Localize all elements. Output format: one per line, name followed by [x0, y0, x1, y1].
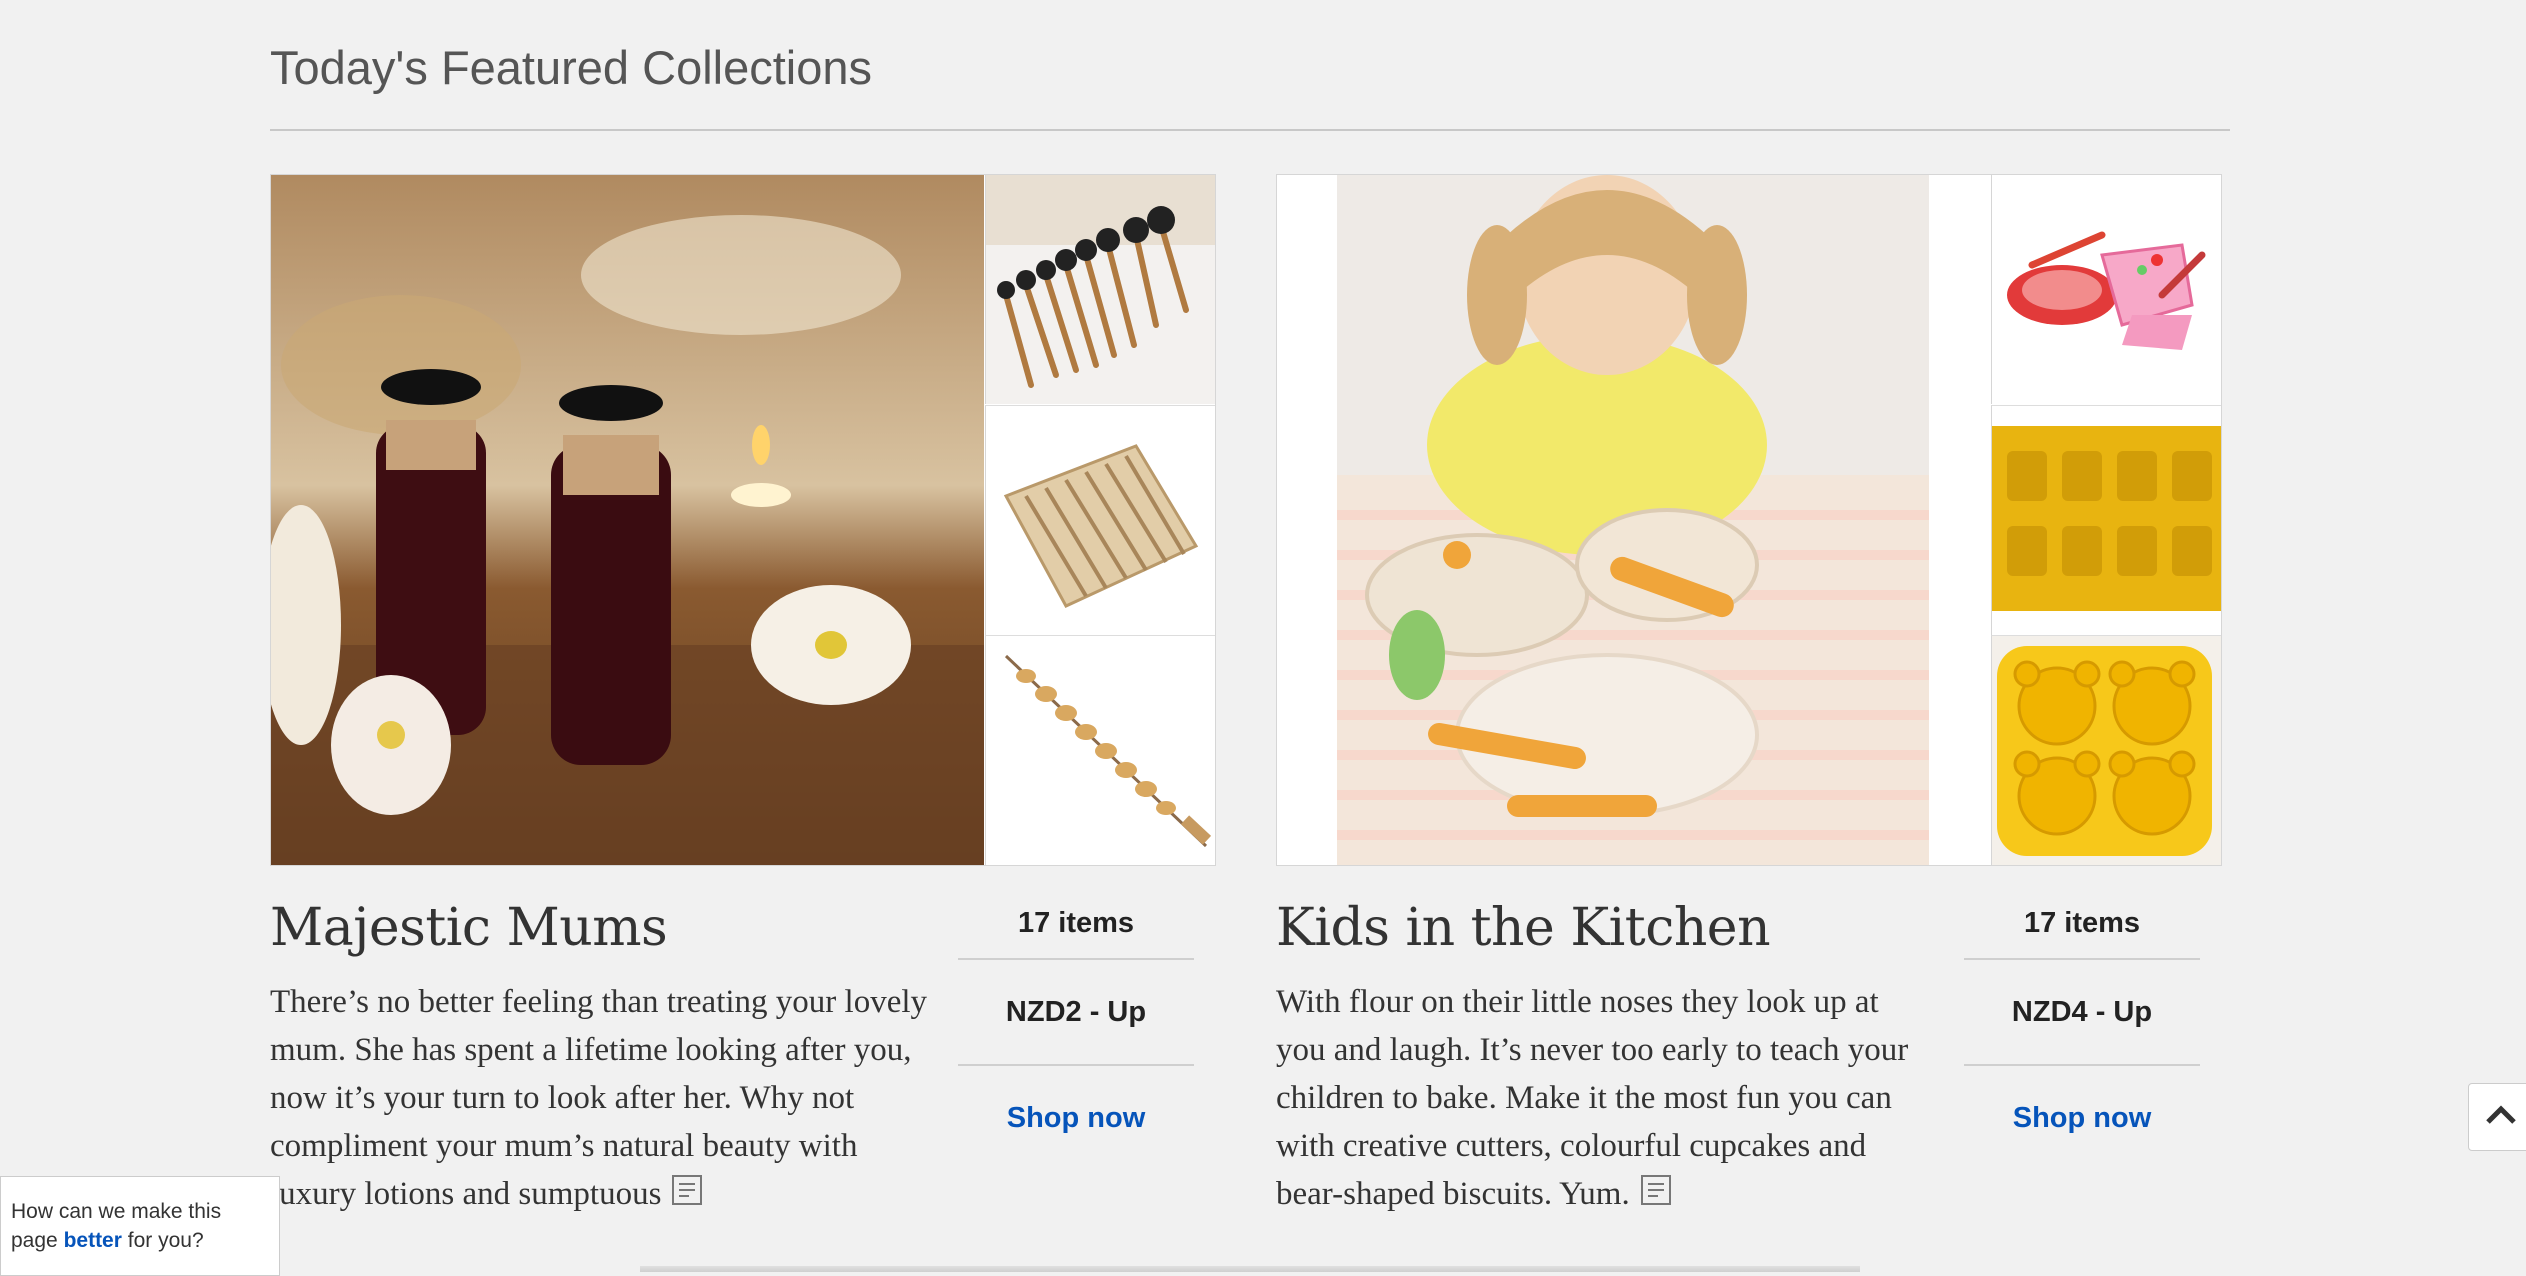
feedback-text-end: for you?: [127, 1229, 204, 1252]
collection-card-majestic-mums: Majestic Mums There’s no better feeling …: [270, 174, 1216, 1226]
collection-meta: 17 items NZD4 - Up Shop now: [1964, 866, 2200, 1170]
feedback-widget[interactable]: How can we make this page better for you…: [0, 1176, 280, 1276]
back-to-top-button[interactable]: [2468, 1083, 2526, 1151]
thumbnail-foot-roller[interactable]: [985, 405, 1215, 635]
description-icon[interactable]: [1640, 1172, 1672, 1220]
thumbnail-makeup-brushes[interactable]: [985, 175, 1215, 404]
hero-image-girl-toy-kitchen[interactable]: [1277, 175, 1990, 865]
item-count: 17 items: [2023, 907, 2141, 939]
section-title: Today's Featured Collections: [270, 41, 873, 94]
price-range: NZD2 - Up: [1005, 995, 1147, 1028]
feedback-link[interactable]: better: [64, 1229, 122, 1252]
thumbnail-yellow-silicone-mold[interactable]: [1991, 405, 2221, 635]
collection-info: Kids in the Kitchen With flour on their …: [1276, 866, 2222, 1226]
hero-image-spa-bottles[interactable]: [271, 175, 984, 865]
thumbnail-bear-mold[interactable]: [1991, 635, 2221, 865]
collection-description: There’s no better feeling than treating …: [270, 978, 930, 1220]
collection-title[interactable]: Kids in the Kitchen: [1276, 898, 1771, 958]
collection-gallery[interactable]: [270, 174, 1216, 866]
shop-now-link[interactable]: Shop now: [958, 1066, 1194, 1170]
item-count: 17 items: [1017, 907, 1135, 939]
shop-now-link[interactable]: Shop now: [1964, 1066, 2200, 1170]
collection-card-kids-in-the-kitchen: Kids in the Kitchen With flour on their …: [1276, 174, 2222, 1226]
title-divider: [270, 129, 2230, 131]
price-range: NZD4 - Up: [2011, 995, 2153, 1028]
thumbnail-bead-massager[interactable]: [985, 635, 1215, 865]
collection-gallery[interactable]: [1276, 174, 2222, 866]
chevron-up-icon: [2484, 1104, 2518, 1131]
collection-meta: 17 items NZD2 - Up Shop now: [958, 866, 1194, 1170]
thumbnail-toy-cake-set[interactable]: [1991, 175, 2221, 404]
collection-info: Majestic Mums There’s no better feeling …: [270, 866, 1216, 1226]
description-icon[interactable]: [671, 1172, 703, 1220]
footer-shadow: [640, 1266, 1860, 1272]
collection-description-text: With flour on their little noses they lo…: [1276, 984, 1909, 1212]
collection-title[interactable]: Majestic Mums: [270, 898, 668, 958]
collection-description-text: There’s no better feeling than treating …: [270, 984, 928, 1212]
collection-description: With flour on their little noses they lo…: [1276, 978, 1936, 1220]
